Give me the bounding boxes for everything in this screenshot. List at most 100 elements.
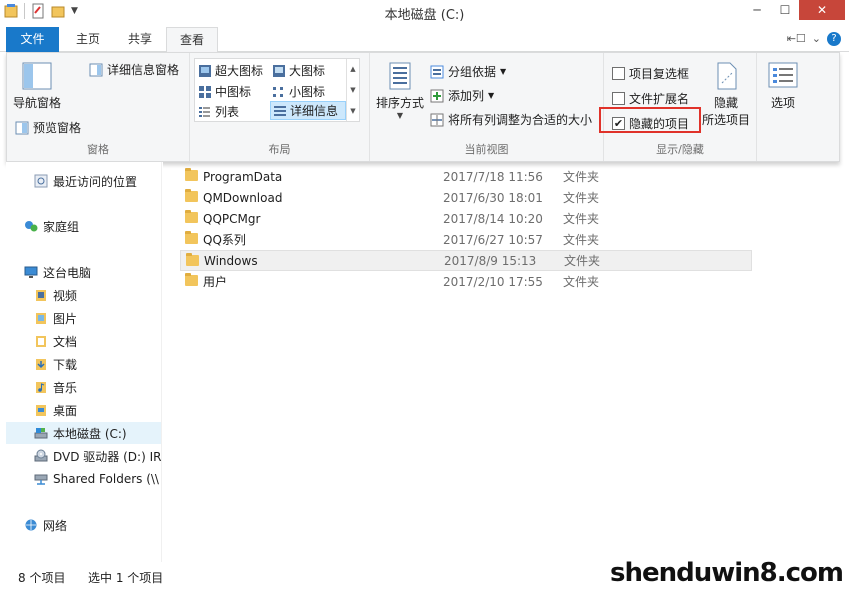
small-label: 小图标 [289, 85, 326, 99]
nav-music[interactable]: 音乐 [34, 376, 77, 398]
group-by-label: 分组依据 [448, 65, 497, 79]
preview-pane-icon [15, 121, 29, 134]
nav-homegroup-label: 家庭组 [43, 219, 80, 234]
close-button[interactable]: ✕ [799, 0, 845, 20]
layout-details[interactable]: 详细信息 [270, 101, 346, 120]
options-button[interactable]: 选项 [767, 61, 799, 111]
nav-videos[interactable]: 视频 [34, 284, 77, 306]
folder-icon [186, 253, 199, 266]
file-name: QMDownload [203, 190, 283, 205]
nav-downloads-label: 下载 [53, 357, 78, 372]
highlight-box [599, 107, 701, 133]
layout-list[interactable]: 列表 [198, 102, 239, 121]
file-row[interactable]: QQ系列 2017/6/27 10:57 文件夹 [180, 229, 752, 250]
layout-extra-large-icons[interactable]: 超大图标 [198, 61, 263, 80]
expand-ribbon-icon[interactable]: ⌄ [812, 32, 821, 46]
nav-local-disk-label: 本地磁盘 (C:) [53, 426, 127, 441]
add-columns-button[interactable]: 添加列 ▼ [430, 87, 494, 104]
file-row[interactable]: ProgramData 2017/7/18 11:56 文件夹 [180, 166, 752, 187]
layout-gallery: 超大图标 大图标 中图标 小图标 列表 详细信息 ▲ ▼ ▼ [194, 58, 360, 122]
nav-dvd[interactable]: DVD 驱动器 (D:) IR [34, 445, 161, 467]
file-row-selected[interactable]: Windows 2017/8/9 15:13 文件夹 [180, 250, 752, 271]
size-all-columns-button[interactable]: 将所有列调整为合适的大小 [430, 111, 592, 128]
nav-recent[interactable]: 最近访问的位置 [34, 170, 137, 192]
nav-pictures[interactable]: 图片 [34, 307, 77, 329]
pin-ribbon-icon[interactable]: ⇤☐ [787, 32, 806, 46]
tab-home[interactable]: 主页 [62, 27, 114, 52]
nav-videos-label: 视频 [53, 288, 78, 303]
layout-large-icons[interactable]: 大图标 [272, 61, 325, 80]
tab-view[interactable]: 查看 [166, 27, 218, 53]
ribbon-tabs: 文件 主页 共享 查看 ⇤☐ ⌄ ? [0, 27, 849, 53]
size-columns-icon [430, 113, 444, 126]
ribbon-right-controls: ⇤☐ ⌄ ? [787, 32, 841, 46]
file-row[interactable]: QQPCMgr 2017/8/14 10:20 文件夹 [180, 208, 752, 229]
nav-this-pc[interactable]: 这台电脑 [24, 261, 91, 283]
scroll-up-icon[interactable]: ▲ [350, 65, 355, 73]
item-count: 8 个项目 [18, 571, 66, 585]
nav-local-disk[interactable]: 本地磁盘 (C:) [6, 422, 161, 444]
nav-network[interactable]: 网络 [24, 514, 67, 536]
preview-pane-label: 预览窗格 [33, 121, 82, 135]
file-name: ProgramData [203, 169, 283, 184]
help-icon[interactable]: ? [827, 32, 841, 46]
group-by-button[interactable]: 分组依据 ▼ [430, 63, 506, 80]
computer-icon [24, 266, 38, 278]
nav-recent-label: 最近访问的位置 [53, 174, 138, 189]
nav-documents[interactable]: 文档 [34, 330, 77, 352]
item-checkboxes-label: 项目复选框 [629, 67, 690, 81]
item-checkboxes-toggle[interactable]: 项目复选框 [612, 65, 689, 82]
file-extensions-label: 文件扩展名 [629, 92, 690, 106]
file-type: 文件夹 [563, 191, 600, 205]
window-title: 本地磁盘 (C:) [384, 8, 465, 23]
sort-by-dropdown-icon: ▼ [396, 111, 404, 120]
item-checkboxes-checkbox[interactable] [612, 67, 625, 80]
local-disk-icon [34, 428, 48, 439]
extra-large-label: 超大图标 [215, 64, 264, 78]
network-icon [25, 519, 37, 531]
size-all-columns-label: 将所有列调整为合适的大小 [448, 113, 593, 127]
file-type: 文件夹 [564, 254, 601, 268]
nav-music-label: 音乐 [53, 380, 78, 395]
details-label: 详细信息 [290, 104, 339, 118]
maximize-button[interactable]: ☐ [771, 0, 799, 20]
status-bar: 8 个项目 选中 1 个项目 shenduwin8.com [0, 558, 849, 592]
hide-selected-button[interactable]: 隐藏 所选项目 [702, 61, 750, 128]
nav-dvd-label: DVD 驱动器 (D:) IR [53, 449, 162, 464]
file-date: 2017/8/9 15:13 [444, 253, 537, 268]
navigation-pane-button[interactable]: 导航窗格 [13, 61, 61, 111]
file-row[interactable]: QMDownload 2017/6/30 18:01 文件夹 [180, 187, 752, 208]
nav-homegroup[interactable]: 家庭组 [24, 215, 79, 237]
layout-small-icons[interactable]: 小图标 [272, 82, 325, 101]
file-row[interactable]: 用户 2017/2/10 17:55 文件夹 [180, 271, 752, 292]
expand-gallery-icon[interactable]: ▼ [350, 107, 355, 115]
file-date: 2017/8/14 10:20 [443, 211, 543, 226]
dvd-drive-icon [34, 449, 48, 462]
tab-share[interactable]: 共享 [116, 27, 164, 52]
group-label-panes: 窗格 [87, 143, 109, 156]
minimize-button[interactable]: ─ [743, 0, 771, 20]
tab-file[interactable]: 文件 [6, 27, 59, 52]
layout-gallery-scroll[interactable]: ▲ ▼ ▼ [346, 59, 359, 121]
preview-pane-button[interactable]: 预览窗格 [15, 119, 81, 136]
layout-medium-icons[interactable]: 中图标 [198, 82, 251, 101]
details-icon [274, 105, 286, 116]
nav-desktop[interactable]: 桌面 [34, 399, 77, 421]
recent-places-icon [34, 174, 48, 188]
pane-divider[interactable] [161, 162, 162, 562]
navigation-pane-icon [22, 62, 52, 90]
sort-by-button[interactable]: 排序方式 ▼ [376, 61, 424, 120]
nav-shared-folders[interactable]: Shared Folders (\\ [34, 468, 159, 490]
file-name: Windows [204, 253, 258, 268]
scroll-down-icon[interactable]: ▼ [350, 86, 355, 94]
add-columns-icon [430, 89, 444, 102]
details-pane-button[interactable]: 详细信息窗格 [89, 61, 179, 78]
group-by-dropdown-icon: ▼ [500, 67, 507, 76]
selected-count: 选中 1 个项目 [88, 571, 164, 585]
file-extensions-toggle[interactable]: 文件扩展名 [612, 90, 689, 107]
sort-by-label: 排序方式 [376, 96, 425, 110]
nav-downloads[interactable]: 下载 [34, 353, 77, 375]
file-extensions-checkbox[interactable] [612, 92, 625, 105]
window-controls: ─ ☐ ✕ [743, 0, 845, 20]
file-date: 2017/2/10 17:55 [443, 274, 543, 289]
